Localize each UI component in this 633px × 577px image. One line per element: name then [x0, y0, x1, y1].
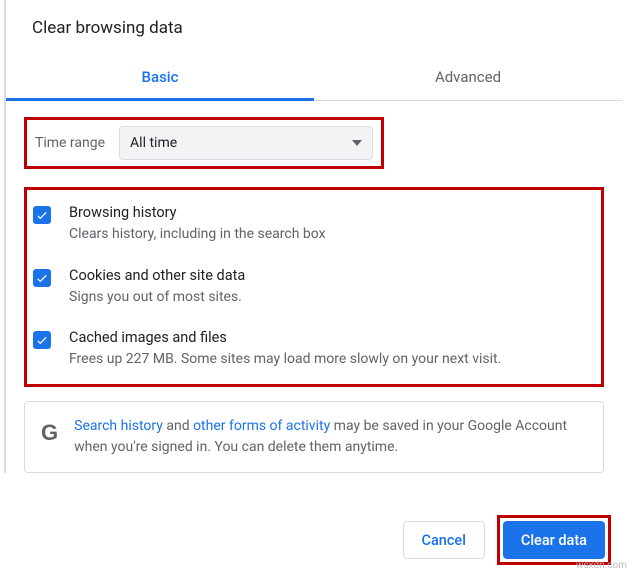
cancel-button[interactable]: Cancel — [403, 521, 485, 559]
option-text: Browsing history Clears history, includi… — [69, 204, 591, 245]
checkbox-cached[interactable] — [33, 331, 51, 349]
option-title: Cached images and files — [69, 329, 591, 346]
tab-advanced[interactable]: Advanced — [314, 54, 622, 100]
dropdown-caret-icon — [352, 140, 362, 146]
tabs: Basic Advanced — [6, 54, 622, 101]
option-desc: Frees up 227 MB. Some sites may load mor… — [69, 350, 591, 370]
clear-browsing-data-dialog: Clear browsing data Basic Advanced Time … — [4, 0, 622, 473]
dialog-footer: Cancel Clear data — [403, 515, 612, 565]
option-desc: Clears history, including in the search … — [69, 225, 591, 245]
watermark: wsxdn.com — [576, 560, 627, 571]
check-icon — [35, 271, 49, 285]
option-cached: Cached images and files Frees up 227 MB.… — [33, 329, 591, 370]
clear-data-highlight: Clear data — [497, 515, 611, 565]
check-icon — [35, 208, 49, 222]
time-range-highlight: Time range All time — [24, 117, 384, 169]
option-title: Cookies and other site data — [69, 267, 591, 284]
time-range-select[interactable]: All time — [119, 126, 373, 160]
options-highlight: Browsing history Clears history, includi… — [24, 187, 604, 387]
info-text: Search history and other forms of activi… — [74, 416, 587, 458]
time-range-label: Time range — [35, 135, 105, 151]
option-text: Cookies and other site data Signs you ou… — [69, 267, 591, 308]
option-browsing-history: Browsing history Clears history, includi… — [33, 204, 591, 245]
option-cookies: Cookies and other site data Signs you ou… — [33, 267, 591, 308]
tab-basic[interactable]: Basic — [6, 54, 314, 100]
dialog-title: Clear browsing data — [6, 0, 622, 54]
google-logo-icon: G — [41, 420, 58, 446]
option-desc: Signs you out of most sites. — [69, 288, 591, 308]
option-text: Cached images and files Frees up 227 MB.… — [69, 329, 591, 370]
check-icon — [35, 333, 49, 347]
other-activity-link[interactable]: other forms of activity — [193, 418, 330, 434]
google-account-info: G Search history and other forms of acti… — [24, 401, 604, 473]
search-history-link[interactable]: Search history — [74, 418, 163, 434]
checkbox-cookies[interactable] — [33, 269, 51, 287]
option-title: Browsing history — [69, 204, 591, 221]
clear-data-button[interactable]: Clear data — [503, 521, 605, 559]
checkbox-browsing-history[interactable] — [33, 206, 51, 224]
time-range-value: All time — [130, 135, 177, 151]
dialog-content: Time range All time Browsing history Cle… — [6, 101, 622, 387]
